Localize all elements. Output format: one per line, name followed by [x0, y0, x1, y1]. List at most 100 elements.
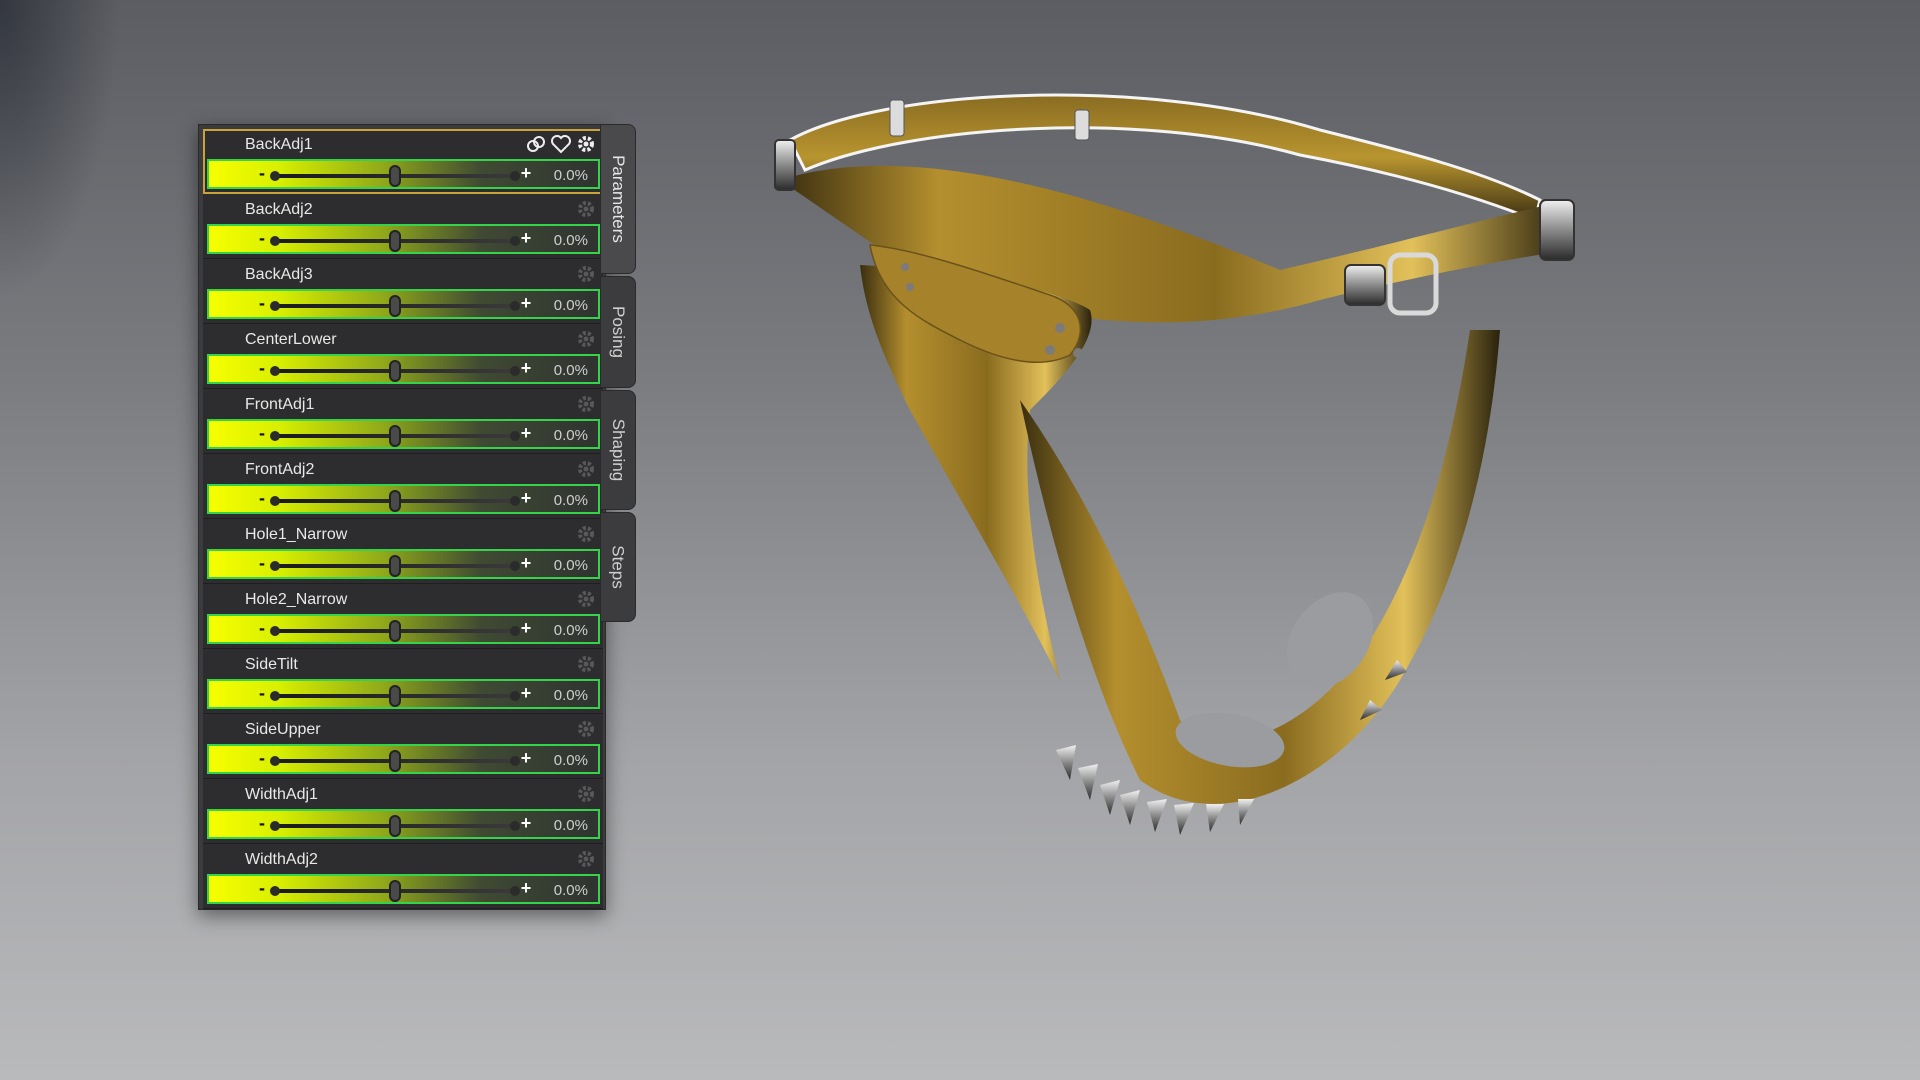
parameter-row[interactable]: BackAdj1 - +0.0% [203, 129, 603, 194]
increment-button[interactable]: + [519, 878, 533, 899]
slider-knob[interactable] [389, 295, 401, 317]
decrement-button[interactable]: - [255, 878, 269, 899]
slider-knob[interactable] [389, 165, 401, 187]
parameter-value[interactable]: 0.0% [554, 167, 588, 184]
increment-button[interactable]: + [519, 618, 533, 639]
gear-icon[interactable] [575, 523, 597, 545]
parameter-value[interactable]: 0.0% [554, 882, 588, 899]
increment-button[interactable]: + [519, 293, 533, 314]
decrement-button[interactable]: - [255, 618, 269, 639]
row-icons [575, 588, 597, 610]
slider-knob[interactable] [389, 815, 401, 837]
increment-button[interactable]: + [519, 813, 533, 834]
parameter-slider[interactable]: - +0.0% [207, 679, 600, 709]
parameter-label: WidthAdj1 [245, 786, 318, 803]
slider-knob[interactable] [389, 490, 401, 512]
parameter-row[interactable]: FrontAdj2 - +0.0% [203, 454, 603, 519]
parameter-row[interactable]: BackAdj3 - +0.0% [203, 259, 603, 324]
parameter-row[interactable]: SideTilt - +0.0% [203, 649, 603, 714]
decrement-button[interactable]: - [255, 163, 269, 184]
increment-button[interactable]: + [519, 423, 533, 444]
heart-icon[interactable] [550, 133, 572, 155]
parameter-value[interactable]: 0.0% [554, 817, 588, 834]
parameter-slider[interactable]: - +0.0% [207, 809, 600, 839]
gear-icon[interactable] [575, 783, 597, 805]
panel-tabs: Parameters Posing Shaping Steps [600, 124, 636, 910]
gear-icon[interactable] [575, 133, 597, 155]
parameter-slider[interactable]: - +0.0% [207, 549, 600, 579]
increment-button[interactable]: + [519, 358, 533, 379]
tab-shaping[interactable]: Shaping [600, 390, 636, 510]
parameter-row[interactable]: WidthAdj1 - +0.0% [203, 779, 603, 844]
parameter-row[interactable]: Hole1_Narrow - +0.0% [203, 519, 603, 584]
gear-icon[interactable] [575, 588, 597, 610]
gear-icon[interactable] [575, 198, 597, 220]
parameter-label: SideTilt [245, 656, 298, 673]
row-icons [575, 263, 597, 285]
decrement-button[interactable]: - [255, 813, 269, 834]
parameter-list: BackAdj1 - +0.0% BackAdj2 - +0.0% BackAdj3 - +0.… [203, 129, 603, 909]
corner-vignette [0, 0, 120, 300]
slider-knob[interactable] [389, 620, 401, 642]
gear-icon[interactable] [575, 653, 597, 675]
parameter-value[interactable]: 0.0% [554, 557, 588, 574]
decrement-button[interactable]: - [255, 683, 269, 704]
increment-button[interactable]: + [519, 553, 533, 574]
slider-knob[interactable] [389, 425, 401, 447]
row-icons [575, 393, 597, 415]
slider-knob[interactable] [389, 880, 401, 902]
parameter-value[interactable]: 0.0% [554, 622, 588, 639]
parameter-slider[interactable]: - +0.0% [207, 289, 600, 319]
parameter-value[interactable]: 0.0% [554, 232, 588, 249]
parameter-value[interactable]: 0.0% [554, 687, 588, 704]
parameter-slider[interactable]: - +0.0% [207, 419, 600, 449]
slider-knob[interactable] [389, 360, 401, 382]
decrement-button[interactable]: - [255, 748, 269, 769]
gear-icon[interactable] [575, 263, 597, 285]
gear-icon[interactable] [575, 393, 597, 415]
link-icon[interactable] [525, 133, 547, 155]
parameter-slider[interactable]: - +0.0% [207, 159, 600, 189]
increment-button[interactable]: + [519, 683, 533, 704]
parameter-value[interactable]: 0.0% [554, 492, 588, 509]
decrement-button[interactable]: - [255, 293, 269, 314]
increment-button[interactable]: + [519, 228, 533, 249]
row-icons [575, 653, 597, 675]
decrement-button[interactable]: - [255, 488, 269, 509]
parameter-row[interactable]: FrontAdj1 - +0.0% [203, 389, 603, 454]
decrement-button[interactable]: - [255, 358, 269, 379]
tab-posing[interactable]: Posing [600, 276, 636, 388]
parameter-value[interactable]: 0.0% [554, 297, 588, 314]
gear-icon[interactable] [575, 458, 597, 480]
parameter-row[interactable]: SideUpper - +0.0% [203, 714, 603, 779]
tab-label: Steps [609, 545, 629, 589]
decrement-button[interactable]: - [255, 228, 269, 249]
parameter-value[interactable]: 0.0% [554, 752, 588, 769]
tab-steps[interactable]: Steps [600, 512, 636, 622]
increment-button[interactable]: + [519, 163, 533, 184]
parameter-value[interactable]: 0.0% [554, 427, 588, 444]
gear-icon[interactable] [575, 718, 597, 740]
parameter-value[interactable]: 0.0% [554, 362, 588, 379]
slider-knob[interactable] [389, 750, 401, 772]
parameter-row[interactable]: CenterLower - +0.0% [203, 324, 603, 389]
gear-icon[interactable] [575, 328, 597, 350]
parameter-slider[interactable]: - +0.0% [207, 484, 600, 514]
parameter-slider[interactable]: - +0.0% [207, 354, 600, 384]
parameter-slider[interactable]: - +0.0% [207, 224, 600, 254]
parameter-slider[interactable]: - +0.0% [207, 614, 600, 644]
parameter-row[interactable]: Hole2_Narrow - +0.0% [203, 584, 603, 649]
decrement-button[interactable]: - [255, 553, 269, 574]
increment-button[interactable]: + [519, 488, 533, 509]
slider-knob[interactable] [389, 685, 401, 707]
parameter-slider[interactable]: - +0.0% [207, 874, 600, 904]
parameter-row[interactable]: WidthAdj2 - +0.0% [203, 844, 603, 909]
parameter-slider[interactable]: - +0.0% [207, 744, 600, 774]
decrement-button[interactable]: - [255, 423, 269, 444]
slider-knob[interactable] [389, 555, 401, 577]
tab-parameters[interactable]: Parameters [600, 124, 636, 274]
gear-icon[interactable] [575, 848, 597, 870]
slider-knob[interactable] [389, 230, 401, 252]
parameter-row[interactable]: BackAdj2 - +0.0% [203, 194, 603, 259]
increment-button[interactable]: + [519, 748, 533, 769]
